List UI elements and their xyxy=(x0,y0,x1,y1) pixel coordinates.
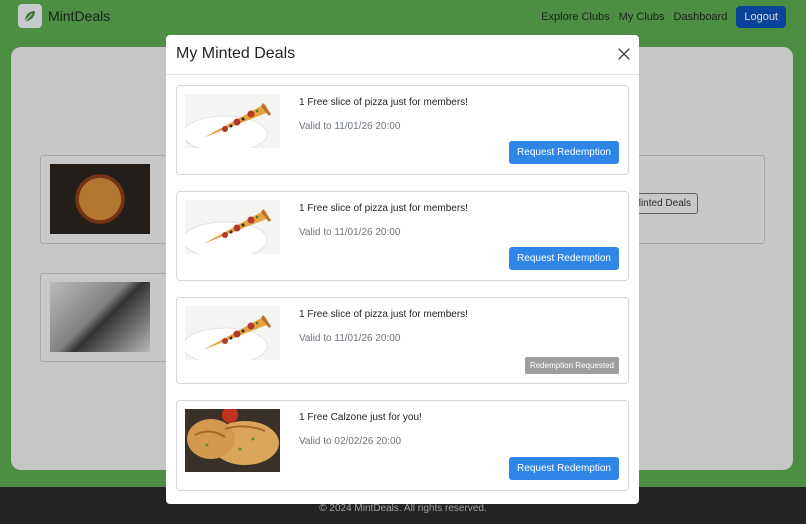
request-redemption-button[interactable]: Request Redemption xyxy=(509,247,619,270)
modal-title: My Minted Deals xyxy=(176,45,296,62)
minted-deals-modal: My Minted Deals 1 Free slice of pizza ju… xyxy=(166,35,639,504)
deal-title: 1 Free slice of pizza just for members! xyxy=(299,97,468,108)
pizza-slice-image xyxy=(185,94,280,148)
pizza-slice-image xyxy=(185,200,280,254)
request-redemption-button[interactable]: Request Redemption xyxy=(509,141,619,164)
request-redemption-button[interactable]: Request Redemption xyxy=(509,457,619,480)
redemption-requested-button: Redemption Requested xyxy=(524,357,619,374)
deal-title: 1 Free slice of pizza just for members! xyxy=(299,309,468,320)
modal-header: My Minted Deals xyxy=(166,35,639,75)
pizza-slice-image xyxy=(185,306,280,360)
deal-card: 1 Free Calzone just for you! Valid to 02… xyxy=(176,400,629,491)
close-icon[interactable] xyxy=(617,47,631,61)
deal-validity: Valid to 11/01/26 20:00 xyxy=(299,227,401,238)
calzone-image xyxy=(185,409,280,472)
deal-title: 1 Free slice of pizza just for members! xyxy=(299,203,468,214)
deal-title: 1 Free Calzone just for you! xyxy=(299,412,422,423)
deal-validity: Valid to 11/01/26 20:00 xyxy=(299,333,401,344)
deal-card: 1 Free slice of pizza just for members! … xyxy=(176,85,629,175)
deal-card: 1 Free slice of pizza just for members! … xyxy=(176,297,629,384)
deal-validity: Valid to 11/01/26 20:00 xyxy=(299,121,401,132)
deal-card: 1 Free slice of pizza just for members! … xyxy=(176,191,629,281)
deal-validity: Valid to 02/02/26 20:00 xyxy=(299,436,402,447)
